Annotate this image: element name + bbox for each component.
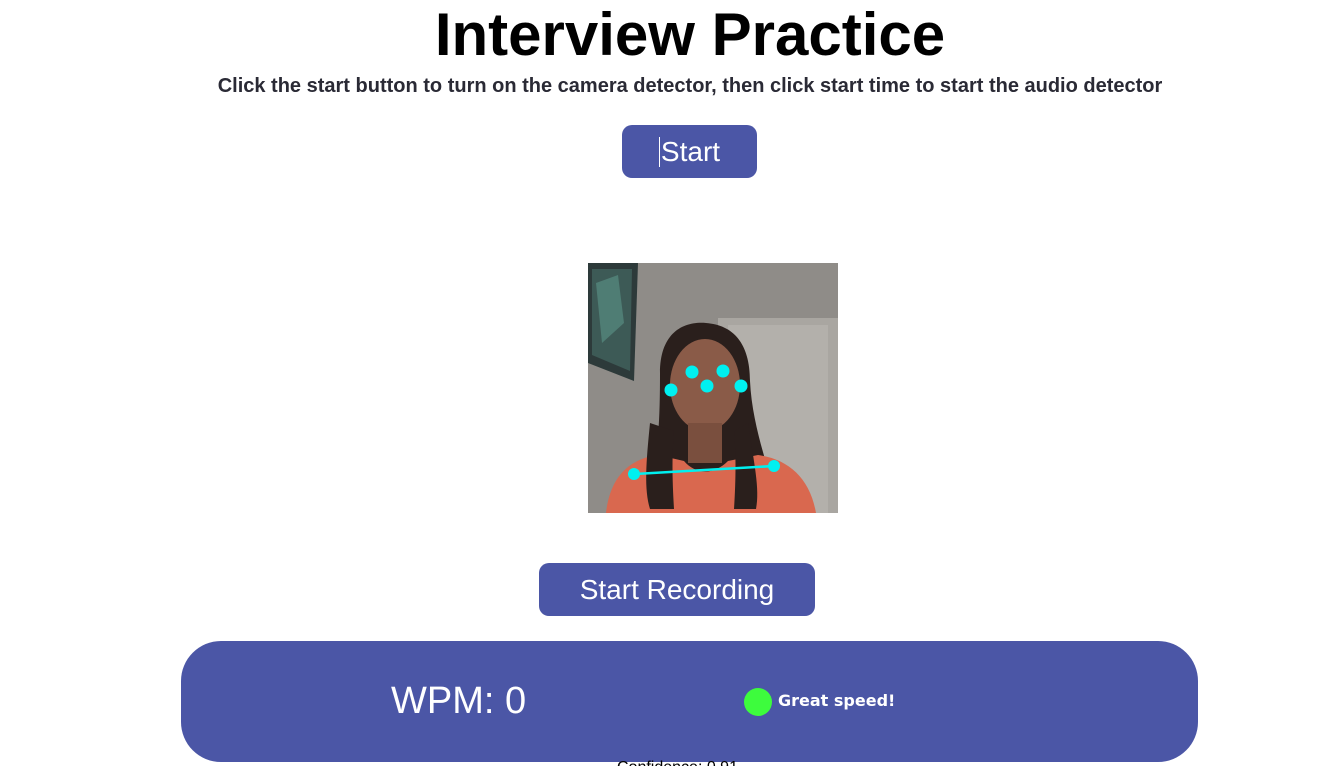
speed-status-text: Great speed! <box>778 691 896 710</box>
speed-status-indicator-icon <box>744 688 772 716</box>
start-recording-button[interactable]: Start Recording <box>539 563 815 616</box>
webcam-frame <box>588 263 838 513</box>
interview-practice-page: Interview Practice Click the start butto… <box>0 0 1336 766</box>
start-camera-button[interactable]: Start <box>622 125 757 178</box>
wpm-readout: WPM: 0 <box>391 680 527 722</box>
start-button-label: Start <box>660 136 721 167</box>
speech-stats-panel: WPM: 0 Great speed! <box>181 641 1198 762</box>
text-cursor <box>658 136 660 167</box>
instructions-text: Click the start button to turn on the ca… <box>217 75 1163 97</box>
page-title: Interview Practice <box>434 1 946 68</box>
webcam-preview <box>588 263 838 513</box>
confidence-readout: Confidence: 0.91 <box>617 758 738 766</box>
